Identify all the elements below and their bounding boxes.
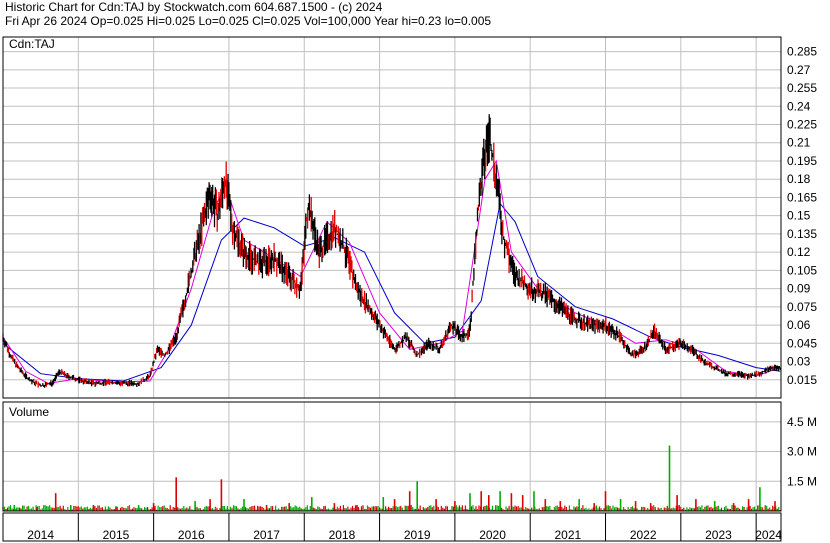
price-y-tick-label: 0.21 xyxy=(787,136,811,150)
chart-labels: 0.285 0.27 0.255 0.24 0.225 0.21 0.195 0.18 0.16… xyxy=(9,37,817,542)
x-year-label: 2015 xyxy=(103,528,130,542)
price-y-tick-label: 0.165 xyxy=(787,190,817,204)
x-year-label: 2014 xyxy=(27,528,54,542)
price-y-tick-label: 0.12 xyxy=(787,245,811,259)
x-year-label: 2023 xyxy=(705,528,732,542)
x-year-label: 2017 xyxy=(253,528,280,542)
price-y-tick-label: 0.285 xyxy=(787,45,817,59)
stock-chart: 0.285 0.27 0.255 0.24 0.225 0.21 0.195 0.18 0.16… xyxy=(2,36,817,542)
volume-y-tick-label: 3.0 M xyxy=(787,445,817,459)
price-y-tick-label: 0.135 xyxy=(787,227,817,241)
x-year-label: 2019 xyxy=(404,528,431,542)
price-y-tick-label: 0.15 xyxy=(787,209,811,223)
ma-long-line xyxy=(2,202,781,382)
price-panel-title: Cdn:TAJ xyxy=(9,37,55,51)
price-bars xyxy=(2,114,781,388)
volume-bars xyxy=(2,445,781,511)
price-y-tick-label: 0.24 xyxy=(787,99,811,113)
price-y-tick-label: 0.03 xyxy=(787,355,811,369)
x-year-label: 2018 xyxy=(329,528,356,542)
price-y-tick-label: 0.015 xyxy=(787,373,817,387)
volume-y-tick-label: 4.5 M xyxy=(787,415,817,429)
price-y-tick-label: 0.075 xyxy=(787,300,817,314)
volume-panel-frame xyxy=(2,401,782,512)
x-year-label: 2024 xyxy=(755,528,782,542)
price-y-tick-label: 0.255 xyxy=(787,81,817,95)
volume-panel-title: Volume xyxy=(9,405,49,419)
price-y-tick-label: 0.09 xyxy=(787,282,811,296)
price-y-tick-label: 0.06 xyxy=(787,318,811,332)
price-y-tick-label: 0.105 xyxy=(787,263,817,277)
ma-short-line xyxy=(2,159,781,384)
moving-average-short xyxy=(2,159,781,384)
x-year-label: 2021 xyxy=(555,528,582,542)
price-y-tick-label: 0.27 xyxy=(787,63,811,77)
x-year-label: 2016 xyxy=(178,528,205,542)
price-y-tick-label: 0.18 xyxy=(787,172,811,186)
volume-grid xyxy=(2,402,781,511)
volume-y-tick-label: 1.5 M xyxy=(787,474,817,488)
price-y-tick-label: 0.225 xyxy=(787,118,817,132)
price-y-tick-label: 0.195 xyxy=(787,154,817,168)
price-y-tick-label: 0.045 xyxy=(787,336,817,350)
x-year-label: 2022 xyxy=(630,528,657,542)
x-year-label: 2020 xyxy=(479,528,506,542)
moving-average-long xyxy=(2,202,781,382)
